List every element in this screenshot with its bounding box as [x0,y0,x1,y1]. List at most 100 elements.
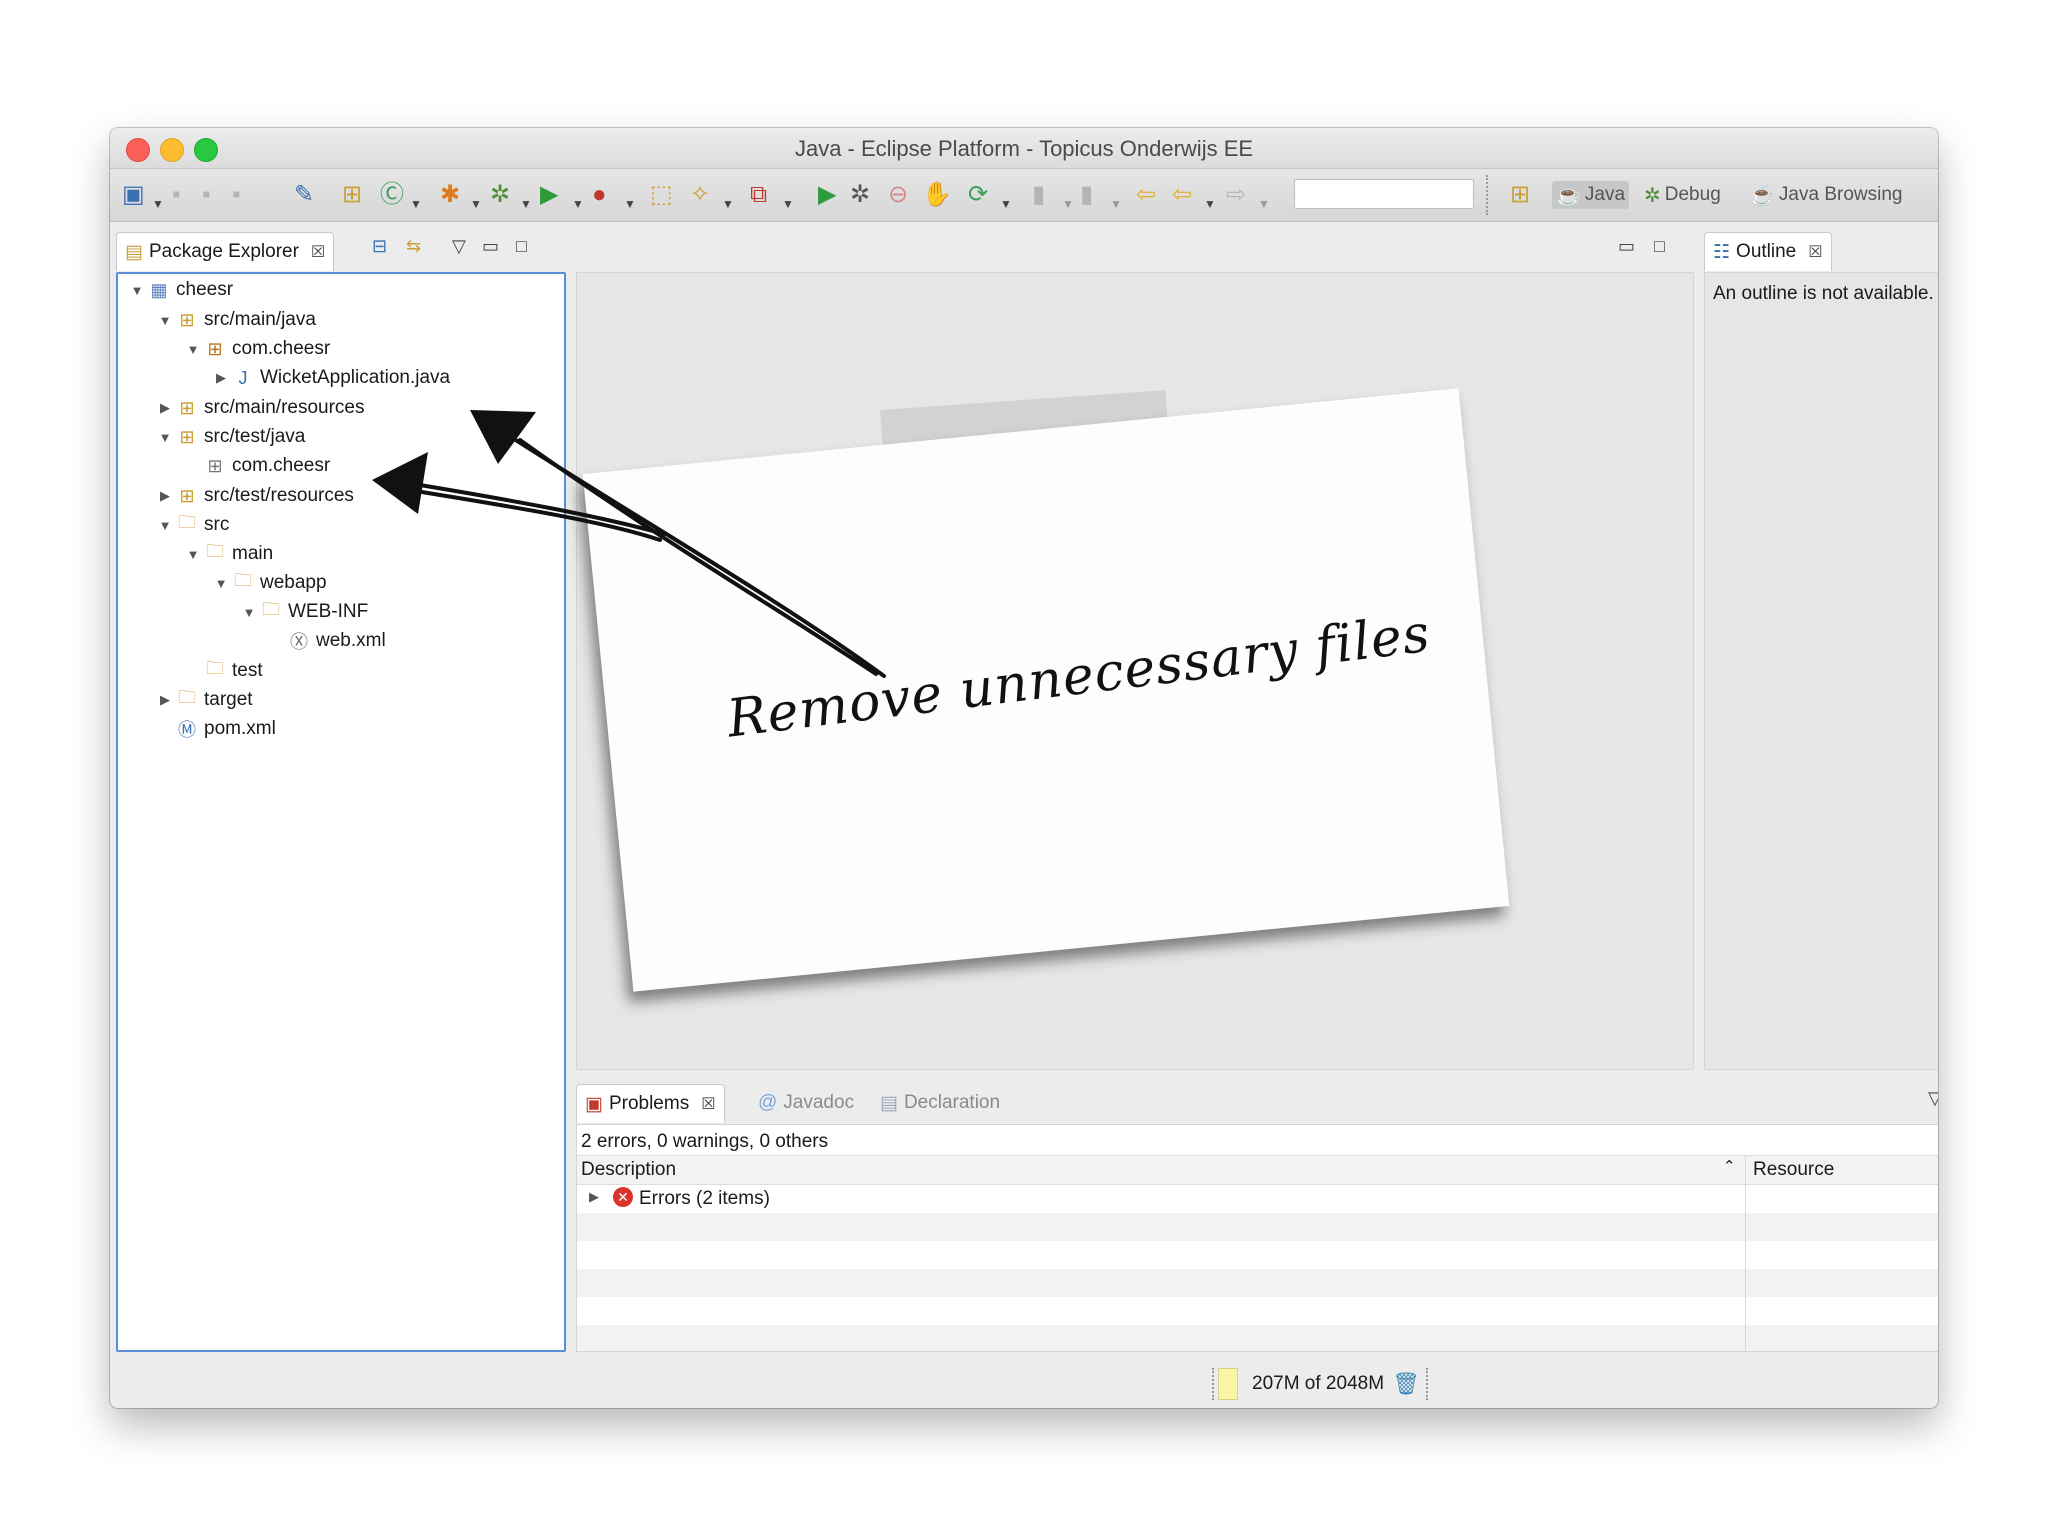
close-tab-icon[interactable]: ☒ [701,1094,715,1114]
folder-icon: 🗀 [178,687,196,707]
back-dropdown-icon[interactable]: ▼ [1204,190,1216,218]
tree-item[interactable]: ▼ 🗀 src [156,511,230,539]
collapsed-icon[interactable]: ▶ [156,400,174,416]
folder-icon: 🗀 [178,512,196,532]
link-with-editor-icon[interactable]: ⇆ [406,236,421,257]
column-resource[interactable]: Resource [1753,1159,1834,1181]
new-icon[interactable]: ▣ [122,181,145,209]
search-icon[interactable]: ✧ [690,181,710,209]
source-folder-icon: ⊞ [179,397,195,418]
coverage-dropdown-icon[interactable]: ▼ [624,190,636,218]
tab-problems[interactable]: ▣ Problems ☒ [576,1084,725,1123]
tree-item[interactable]: ▼ ▦ cheesr [128,276,233,304]
column-description[interactable]: Description [581,1159,676,1181]
minimize-icon[interactable]: ▭ [482,236,499,257]
new-java-class-icon[interactable]: Ⓒ [380,181,404,209]
table-row-empty [577,1325,1938,1351]
collapsed-icon[interactable]: ▶ [212,370,230,386]
tree-item-label: src/main/resources [204,397,365,418]
perspective-java[interactable]: ☕ Java [1552,181,1630,209]
tab-javadoc[interactable]: @ Javadoc [750,1084,862,1122]
maximize-icon[interactable]: □ [516,236,527,257]
tree-item[interactable]: ▶ ⊞ src/main/resources [156,394,365,422]
heap-status[interactable]: 207M of 2048M 🗑 [1212,1368,1428,1400]
tree-item[interactable]: ▼ ⊞ src/test/java [156,423,306,451]
perspective-debug-label: Debug [1664,184,1721,205]
quick-access-input[interactable] [1294,179,1474,209]
open-task-icon[interactable]: ⧉ [750,181,767,209]
garbage-collect-icon[interactable]: 🗑 [1392,1371,1420,1397]
expanded-icon[interactable]: ▼ [240,605,258,620]
tree-item[interactable]: 🗀 test [184,657,263,685]
tree-item[interactable]: Ⓜpom.xml [156,715,276,743]
resume-icon[interactable]: ▶ [818,181,836,209]
tab-declaration[interactable]: ▤ Declaration [872,1084,1008,1122]
tree-item-label: test [232,660,263,681]
close-tab-icon[interactable]: ☒ [1808,242,1822,262]
java-perspective-icon: ☕ [1556,184,1581,207]
table-row[interactable]: ▶ ✕ Errors (2 items) [577,1185,1938,1213]
collapsed-icon[interactable]: ▶ [589,1189,599,1205]
new-dropdown-icon[interactable]: ▼ [152,190,164,218]
terminate-icon[interactable]: ⊖ [888,181,908,209]
folder-icon: 🗀 [206,658,224,678]
new-class-dropdown-icon[interactable]: ▼ [410,190,422,218]
tree-item[interactable]: ⊞ com.cheesr [184,452,330,480]
tree-item[interactable]: ▶ J WicketApplication.java [212,364,450,392]
new-java-package-icon[interactable]: ⊞ [342,181,362,209]
outline-label: Outline [1736,241,1797,262]
tree-item[interactable]: ▼ 🗀 main [184,540,274,568]
run-dropdown-icon[interactable]: ▼ [572,190,584,218]
tree-item[interactable]: ▼ ⊞ src/main/java [156,306,316,334]
tree-item[interactable]: ▶ 🗀 target [156,686,253,714]
open-perspective-icon[interactable]: ⊞ [1510,181,1530,209]
external-tools-icon[interactable]: ✱ [440,181,460,209]
view-menu-icon[interactable]: ▽ [1928,1088,1938,1109]
open-task-dropdown-icon[interactable]: ▼ [782,190,794,218]
sort-ascending-icon[interactable]: ⌃ [1723,1157,1736,1175]
expanded-icon[interactable]: ▼ [212,576,230,591]
tab-outline[interactable]: ☷ Outline ☒ [1704,232,1832,271]
perspective-debug[interactable]: ✲ Debug [1644,181,1721,209]
run-icon[interactable]: ▶ [540,181,558,209]
debug-icon[interactable]: ✲ [490,181,510,209]
search-dropdown-icon[interactable]: ▼ [722,190,734,218]
open-type-icon[interactable]: ⬚ [650,181,673,209]
xml-file-icon: Ⓧ [290,632,308,652]
last-edit-location-icon[interactable]: ⇦ [1136,181,1156,209]
editor-maximize-icon[interactable]: □ [1654,236,1665,257]
refresh-icon[interactable]: ⟳ [968,181,988,209]
expanded-icon[interactable]: ▼ [128,283,146,298]
back-icon[interactable]: ⇦ [1172,181,1192,209]
tree-item[interactable]: ▼ 🗀 WEB-INF [240,598,369,626]
step-icon[interactable]: ✲ [850,181,870,209]
coverage-icon[interactable]: ● [592,181,607,209]
package-icon: ⊞ [207,338,223,359]
close-tab-icon[interactable]: ☒ [311,242,325,262]
collapsed-icon[interactable]: ▶ [156,692,174,708]
tab-package-explorer[interactable]: ▤ Package Explorer ☒ [116,232,335,271]
expanded-icon[interactable]: ▼ [184,342,202,357]
save-icon: ▪ [172,181,181,208]
tree-item[interactable]: ▶ ⊞ src/test/resources [156,482,354,510]
view-menu-icon[interactable]: ▽ [452,236,466,257]
tree-item-label: com.cheesr [232,455,331,476]
expanded-icon[interactable]: ▼ [184,547,202,562]
tree-item[interactable]: Ⓧweb.xml [268,627,386,655]
tree-item[interactable]: ▼ 🗀 webapp [212,569,327,597]
expanded-icon[interactable]: ▼ [156,430,174,445]
editor-minimize-icon[interactable]: ▭ [1618,236,1635,257]
perspective-java-browsing[interactable]: ☕ Java Browsing [1750,181,1902,209]
tree-item-label: main [232,543,274,564]
problems-table-header: Description ⌃ Resource [577,1155,1938,1185]
collapsed-icon[interactable]: ▶ [156,488,174,504]
toggle-breadcrumb-icon[interactable]: ✎ [294,181,314,209]
refresh-dropdown-icon[interactable]: ▼ [1000,190,1012,218]
expanded-icon[interactable]: ▼ [156,313,174,328]
external-tools-dropdown-icon[interactable]: ▼ [470,190,482,218]
tree-item[interactable]: ▼ ⊞ com.cheesr [184,335,331,363]
expanded-icon[interactable]: ▼ [156,518,174,533]
debug-dropdown-icon[interactable]: ▼ [520,190,532,218]
perspective-java-label: Java [1584,184,1626,205]
collapse-all-icon[interactable]: ⊟ [372,236,387,257]
